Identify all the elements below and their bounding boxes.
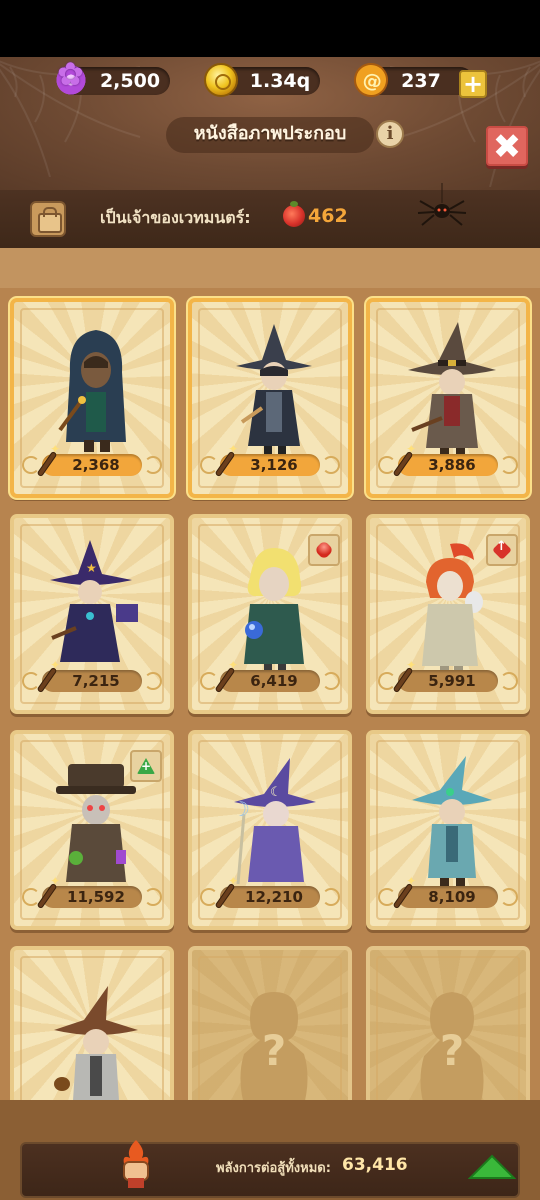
power-bar: 5,991 bbox=[378, 666, 518, 694]
hooded-mage-portrait bbox=[58, 330, 126, 452]
locked-question-mark: ? bbox=[261, 1026, 287, 1075]
power-value: 12,210 bbox=[245, 888, 303, 906]
power-bar: 11,592 bbox=[22, 882, 162, 910]
power-bar: 12,210 bbox=[200, 882, 340, 910]
plague-doctor-mage-portrait bbox=[56, 764, 136, 882]
gems-value: 2,500 bbox=[99, 70, 161, 92]
gold-value: 1.34q bbox=[249, 70, 311, 92]
header: 2,500 1.34q 237 + หนังสือภาพประกอบ i ✖ bbox=[0, 57, 540, 190]
character-card[interactable]: ★ 7,215 bbox=[10, 514, 174, 714]
status-bar bbox=[0, 0, 540, 57]
character-card[interactable]: ☾ ☽ 12,210 bbox=[188, 730, 352, 930]
power-value: 3,886 bbox=[428, 456, 476, 474]
power-bar: 3,886 bbox=[378, 450, 518, 478]
moon-staff-mage-portrait: ☾ ☽ bbox=[232, 758, 316, 885]
gem-icon bbox=[54, 60, 88, 97]
character-card[interactable]: 8,109 bbox=[366, 730, 530, 930]
footer bbox=[0, 1100, 540, 1200]
magic-owned-label: เป็นเจ้าของเวทมนตร์: bbox=[100, 208, 251, 227]
character-card[interactable]: 11,592 bbox=[10, 730, 174, 930]
power-value: 6,419 bbox=[250, 672, 298, 690]
blonde-orb-mage-portrait bbox=[244, 548, 304, 674]
power-value: 2,368 bbox=[72, 456, 120, 474]
svg-text:☽: ☽ bbox=[232, 797, 250, 821]
character-card[interactable]: 6,419 bbox=[188, 514, 352, 714]
flaming-fist-icon bbox=[123, 1140, 149, 1188]
power-value: 8,109 bbox=[428, 888, 476, 906]
power-bar: 7,215 bbox=[22, 666, 162, 694]
dark-witch-hat-mage-portrait bbox=[236, 324, 312, 456]
shards-counter: 237 bbox=[350, 59, 474, 101]
total-power-label: พลังการต่อสู้ทั้งหมด: bbox=[216, 1161, 331, 1176]
gold-counter: 1.34q bbox=[204, 63, 320, 97]
power-value: 3,126 bbox=[250, 456, 298, 474]
svg-text:★: ★ bbox=[86, 561, 97, 575]
page-title: หนังสือภาพประกอบ bbox=[193, 123, 347, 144]
power-bar: 3,126 bbox=[200, 450, 340, 478]
spider-decoration bbox=[417, 183, 467, 226]
plus-icon: + bbox=[462, 70, 484, 98]
power-bar: 8,109 bbox=[378, 882, 518, 910]
character-card[interactable]: 3,886 bbox=[366, 298, 530, 498]
add-shards-button[interactable]: + bbox=[459, 70, 487, 98]
character-card[interactable]: 5,991 bbox=[366, 514, 530, 714]
total-power-value: 63,416 bbox=[342, 1155, 408, 1175]
locked-question-mark: ? bbox=[439, 1026, 465, 1075]
magic-owned-value: 462 bbox=[308, 205, 348, 227]
power-value: 5,991 bbox=[428, 672, 476, 690]
character-card[interactable]: 3,126 bbox=[188, 298, 352, 498]
power-bar: 2,368 bbox=[22, 450, 162, 478]
power-bar: 6,419 bbox=[200, 666, 340, 694]
gems-counter: 2,500 bbox=[54, 60, 170, 97]
shards-value: 237 bbox=[401, 70, 441, 92]
power-value: 11,592 bbox=[67, 888, 125, 906]
brown-witch-hat-mage-portrait bbox=[408, 322, 496, 458]
filter-strip bbox=[0, 248, 540, 288]
gold-coin-icon bbox=[204, 63, 238, 97]
illustration-grid: 2,368 3,126 bbox=[0, 288, 540, 1146]
character-card[interactable]: 2,368 bbox=[10, 298, 174, 498]
red-berry-icon bbox=[283, 201, 305, 227]
teal-hat-mage-portrait bbox=[412, 756, 492, 888]
green-up-arrow-icon[interactable] bbox=[468, 1154, 516, 1182]
svg-text:☾: ☾ bbox=[270, 785, 282, 800]
close-button[interactable]: ✖ bbox=[486, 126, 528, 166]
power-value: 7,215 bbox=[72, 672, 120, 690]
backpack-icon[interactable] bbox=[30, 201, 66, 237]
phoenix-owl-mage-portrait bbox=[422, 543, 483, 674]
info-button[interactable]: i bbox=[376, 120, 404, 148]
